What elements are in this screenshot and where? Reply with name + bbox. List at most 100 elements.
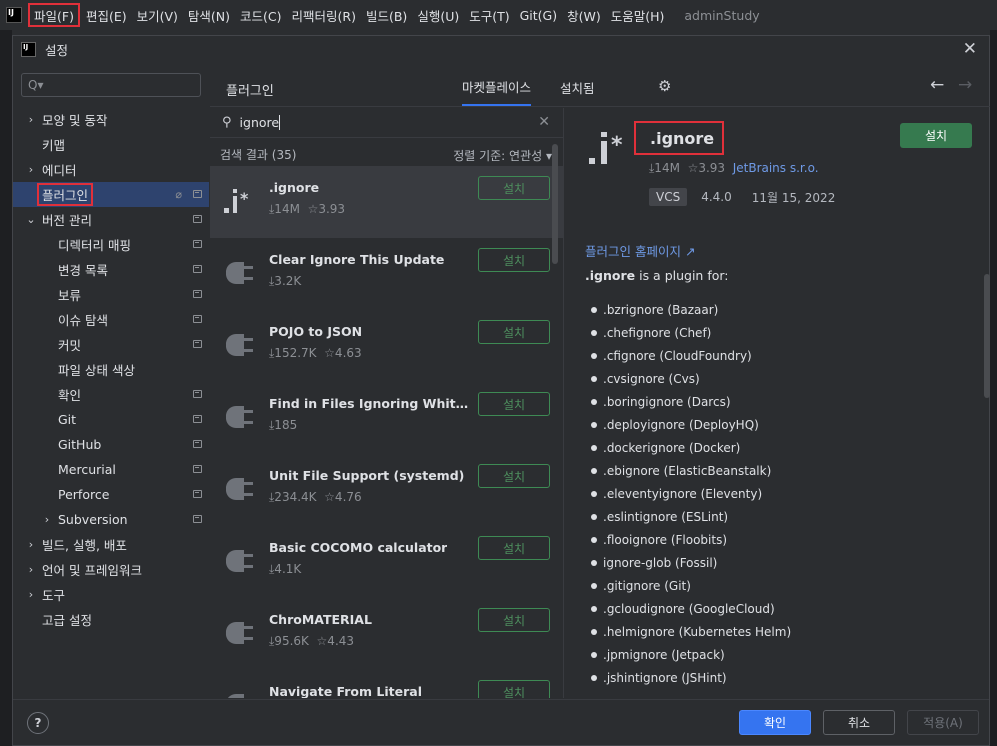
sidebar-item-subversion[interactable]: › Subversion [13, 507, 209, 532]
chevron-down-icon[interactable]: ⌄ [25, 213, 37, 226]
list-scrollbar[interactable] [552, 144, 558, 264]
gear-icon[interactable]: ⚙ [658, 77, 671, 95]
plugin-downloads: ⤓3.2K [269, 274, 302, 288]
language-off-icon: ⌀ [175, 188, 182, 201]
chevron-right-icon[interactable]: › [25, 538, 37, 551]
sidebar-item-github[interactable]: GitHub [13, 432, 209, 457]
menu-tools[interactable]: 도구(T) [465, 3, 513, 27]
sidebar-item-label: 모양 및 동작 [42, 113, 108, 128]
sidebar-item-editor[interactable]: › 에디터 [13, 157, 209, 182]
search-icon: Q▾ [28, 78, 44, 92]
menu-window[interactable]: 창(W) [563, 3, 605, 27]
ignore-plugin-logo-icon: * [587, 128, 633, 176]
install-button[interactable]: 설치 [478, 320, 550, 344]
sidebar-item-git[interactable]: Git [13, 407, 209, 432]
menu-navigate[interactable]: 탐색(N) [184, 3, 234, 27]
menu-code[interactable]: 코드(C) [236, 3, 285, 27]
plugin-search-input[interactable]: ⚲ ignore ✕ [210, 108, 563, 138]
sidebar-item-label: GitHub [58, 437, 102, 452]
cancel-button[interactable]: 취소 [823, 710, 895, 735]
sidebar-item-plugins[interactable]: 플러그인 ⌀ [13, 182, 209, 207]
menu-file[interactable]: 파일(F) [28, 3, 80, 27]
chevron-right-icon[interactable]: › [41, 513, 53, 526]
install-button[interactable]: 설치 [478, 392, 550, 416]
sidebar-item-label: 보류 [58, 288, 82, 303]
plugin-meta: ⤓152.7K ☆4.63 [269, 346, 362, 361]
list-item[interactable]: Unit File Support (systemd) ⤓234.4K ☆4.7… [210, 454, 563, 526]
sidebar-item-advanced-settings[interactable]: 고급 설정 [13, 607, 209, 632]
detail-install-button[interactable]: 설치 [900, 123, 972, 148]
intellij-logo-icon[interactable]: IJ [6, 7, 22, 23]
install-button[interactable]: 설치 [478, 536, 550, 560]
project-scope-icon [193, 215, 202, 223]
intellij-dialog-icon: IJ [21, 41, 36, 57]
sidebar-item-tools[interactable]: › 도구 [13, 582, 209, 607]
sidebar-item-label: 변경 목록 [58, 263, 108, 278]
description-text: is a plugin for: [635, 268, 729, 283]
detail-scrollbar[interactable] [984, 274, 990, 398]
chevron-right-icon[interactable]: › [25, 163, 37, 176]
list-item[interactable]: Clear Ignore This Update ⤓3.2K 설치 [210, 238, 563, 310]
plugin-homepage-link[interactable]: 플러그인 홈페이지 ↗ [585, 241, 695, 260]
install-button[interactable]: 설치 [478, 464, 550, 488]
install-button[interactable]: 설치 [478, 248, 550, 272]
menu-build[interactable]: 빌드(B) [362, 3, 411, 27]
sidebar-item-label: 커밋 [58, 338, 82, 353]
install-button[interactable]: 설치 [478, 608, 550, 632]
sidebar-item-label: 키맵 [42, 138, 66, 153]
list-item[interactable]: Find in Files Ignoring Whitespace ⤓185 설… [210, 382, 563, 454]
list-item[interactable]: * .ignore ⤓14M ☆3.93 설치 [210, 166, 563, 238]
menu-run[interactable]: 실행(U) [413, 3, 463, 27]
list-item[interactable]: Basic COCOMO calculator ⤓4.1K 설치 [210, 526, 563, 598]
sidebar-item-label: 디렉터리 매핑 [58, 238, 131, 253]
forward-arrow-icon[interactable]: → [958, 75, 972, 95]
list-item[interactable]: ChroMATERIAL ⤓95.6K ☆4.43 설치 [210, 598, 563, 670]
sort-dropdown[interactable]: 정렬 기준: 연관성 ▾ [453, 147, 552, 164]
sidebar-item-mercurial[interactable]: Mercurial [13, 457, 209, 482]
project-scope-icon [193, 315, 202, 323]
sidebar-item-build-execution-deployment[interactable]: › 빌드, 실행, 배포 [13, 532, 209, 557]
list-item: .eslintignore (ESLint) [603, 505, 791, 528]
sidebar-item-directory-mappings[interactable]: 디렉터리 매핑 [13, 232, 209, 257]
tab-marketplace[interactable]: 마켓플레이스 [462, 69, 532, 106]
sidebar-item-commit[interactable]: 커밋 [13, 332, 209, 357]
ok-button[interactable]: 확인 [739, 710, 811, 735]
vendor-link[interactable]: JetBrains s.r.o. [733, 161, 819, 175]
plugin-name: Clear Ignore This Update [269, 252, 445, 267]
sidebar-item-keymap[interactable]: 키맵 [13, 132, 209, 157]
sidebar-item-file-status-colors[interactable]: 파일 상태 색상 [13, 357, 209, 382]
clear-icon[interactable]: ✕ [538, 114, 550, 130]
apply-button[interactable]: 적용(A) [907, 710, 979, 735]
help-button[interactable]: ? [27, 712, 49, 734]
menu-view[interactable]: 보기(V) [133, 3, 182, 27]
sidebar-item-shelf[interactable]: 보류 [13, 282, 209, 307]
sidebar-item-appearance[interactable]: › 모양 및 동작 [13, 107, 209, 132]
sidebar-item-perforce[interactable]: Perforce [13, 482, 209, 507]
sidebar-item-label: 버전 관리 [42, 213, 92, 228]
chevron-right-icon[interactable]: › [25, 588, 37, 601]
close-icon[interactable]: ✕ [963, 39, 977, 59]
sidebar-item-changelists[interactable]: 변경 목록 [13, 257, 209, 282]
sidebar-search-input[interactable]: Q▾ [21, 73, 201, 97]
chevron-right-icon[interactable]: › [25, 563, 37, 576]
detail-date: 11월 15, 2022 [751, 190, 836, 205]
install-button[interactable]: 설치 [478, 680, 550, 698]
install-button[interactable]: 설치 [478, 176, 550, 200]
project-scope-icon [193, 190, 202, 198]
list-item: .cvsignore (Cvs) [603, 367, 791, 390]
list-item[interactable]: Navigate From Literal 설치 [210, 670, 563, 698]
sidebar-item-vcs[interactable]: ⌄ 버전 관리 [13, 207, 209, 232]
sidebar-item-confirmation[interactable]: 확인 [13, 382, 209, 407]
menu-git[interactable]: Git(G) [516, 3, 562, 27]
tab-installed[interactable]: 설치됨 [560, 69, 595, 106]
back-arrow-icon[interactable]: ← [930, 75, 944, 95]
tag-badge[interactable]: VCS [649, 188, 688, 206]
menu-edit[interactable]: 편집(E) [82, 3, 131, 27]
project-scope-icon [193, 515, 202, 523]
menu-help[interactable]: 도움말(H) [607, 3, 669, 27]
list-item[interactable]: POJO to JSON ⤓152.7K ☆4.63 설치 [210, 310, 563, 382]
menu-refactor[interactable]: 리팩터링(R) [288, 3, 360, 27]
chevron-right-icon[interactable]: › [25, 113, 37, 126]
sidebar-item-issue-navigation[interactable]: 이슈 탐색 [13, 307, 209, 332]
sidebar-item-languages-frameworks[interactable]: › 언어 및 프레임워크 [13, 557, 209, 582]
